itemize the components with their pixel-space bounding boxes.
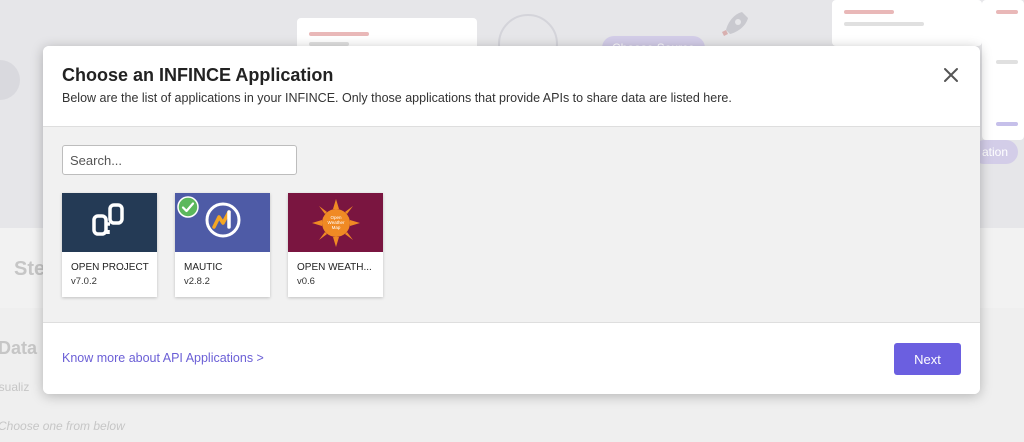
know-more-api-link[interactable]: Know more about API Applications > <box>62 351 264 365</box>
app-version: v0.6 <box>297 276 315 287</box>
bg-line <box>996 60 1018 64</box>
modal-footer: Know more about API Applications > Next <box>43 323 980 394</box>
mautic-logo-icon <box>201 198 245 247</box>
bg-illustration-card <box>982 0 1024 140</box>
bg-data-heading: Data <box>0 338 38 358</box>
search-input[interactable] <box>62 145 297 175</box>
app-logo: Open Weather Map <box>288 193 383 252</box>
app-card-open-project[interactable]: OPEN PROJECT v7.0.2 <box>62 193 157 297</box>
bg-step-heading: Ste <box>14 258 46 280</box>
app-version: v7.0.2 <box>71 276 97 287</box>
modal-subtitle: Below are the list of applications in yo… <box>62 91 732 105</box>
bg-line <box>844 10 894 14</box>
bg-line <box>996 122 1018 126</box>
bg-line <box>309 32 369 36</box>
bg-choose-text: Choose one from below <box>0 419 125 433</box>
bg-visualize-text: isualiz <box>0 380 30 394</box>
app-card-open-weather[interactable]: Open Weather Map OPEN WEATH... v0.6 <box>288 193 383 297</box>
app-version: v2.8.2 <box>184 276 210 287</box>
modal-header: Choose an INFINCE Application Below are … <box>43 46 980 127</box>
open-weather-logo-line-3: Map <box>331 225 340 230</box>
selected-check-icon <box>177 196 199 218</box>
app-name: MAUTIC <box>184 262 223 273</box>
bg-illustration-card <box>832 0 982 46</box>
bg-line <box>844 22 924 26</box>
bg-circle-decoration <box>0 60 20 100</box>
next-button[interactable]: Next <box>894 343 961 375</box>
choose-application-modal: Choose an INFINCE Application Below are … <box>43 46 980 394</box>
modal-title: Choose an INFINCE Application <box>62 65 334 85</box>
open-project-logo-icon <box>90 200 130 245</box>
app-card-mautic[interactable]: MAUTIC v2.8.2 <box>175 193 270 297</box>
open-weather-logo-icon: Open Weather Map <box>310 197 362 249</box>
app-name: OPEN WEATH... <box>297 262 372 273</box>
rocket-icon <box>716 8 752 44</box>
app-logo <box>62 193 157 252</box>
close-icon[interactable] <box>942 66 960 84</box>
app-name: OPEN PROJECT <box>71 262 149 273</box>
bg-line <box>996 10 1018 14</box>
modal-body: OPEN PROJECT v7.0.2 MAUTI <box>43 127 980 323</box>
bg-pill-right-label: ation <box>982 145 1009 159</box>
